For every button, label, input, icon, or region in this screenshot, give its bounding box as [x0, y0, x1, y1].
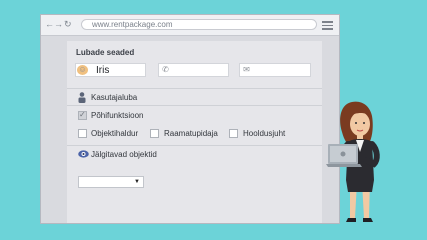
phone-field[interactable]: ✆	[158, 63, 229, 77]
name-field[interactable]: ☺ Iris	[75, 63, 146, 77]
back-arrow-icon[interactable]: ←	[45, 19, 54, 30]
businesswoman-illustration	[326, 101, 380, 222]
panel-title: Lubade seaded	[76, 48, 135, 57]
role-checkbox-raamatupidaja[interactable]	[150, 129, 159, 138]
divider	[67, 88, 322, 89]
divider	[67, 105, 322, 106]
chevron-down-icon: ▼	[134, 179, 140, 185]
main-function-label: Põhifunktsioon	[91, 111, 144, 120]
divider	[67, 145, 322, 146]
main-function-checkbox[interactable]	[78, 110, 87, 120]
role-label-objektihaldur: Objektihaldur	[91, 129, 139, 138]
forward-arrow-icon[interactable]: →	[54, 19, 63, 30]
role-checkbox-objektihaldur[interactable]	[78, 129, 87, 138]
permission-label: Kasutajaluba	[91, 93, 138, 102]
avatar-icon: ☺	[77, 65, 88, 75]
hamburger-menu-icon[interactable]	[322, 21, 333, 32]
envelope-icon: ✉	[243, 65, 250, 74]
reload-icon[interactable]: ↻	[64, 19, 72, 30]
person-icon	[78, 92, 86, 105]
eye-icon	[78, 150, 89, 160]
tracked-objects-label: Jälgitavad objektid	[91, 150, 157, 159]
phone-icon: ✆	[162, 65, 169, 74]
tracked-objects-select[interactable]: ▼	[78, 176, 144, 188]
permissions-panel: Lubade seaded ☺ Iris ✆ ✉ Kasutajaluba Põ…	[67, 41, 322, 223]
email-field[interactable]: ✉	[239, 63, 311, 77]
role-label-hooldusjuht: Hooldusjuht	[243, 129, 286, 138]
address-bar[interactable]: www.rentpackage.com	[81, 19, 317, 30]
name-value: Iris	[96, 65, 110, 76]
role-checkbox-hooldusjuht[interactable]	[229, 129, 238, 138]
browser-toolbar: ← → ↻ www.rentpackage.com	[41, 15, 339, 36]
browser-window: ← → ↻ www.rentpackage.com Lubade seaded …	[40, 14, 340, 224]
role-label-raamatupidaja: Raamatupidaja	[164, 129, 218, 138]
